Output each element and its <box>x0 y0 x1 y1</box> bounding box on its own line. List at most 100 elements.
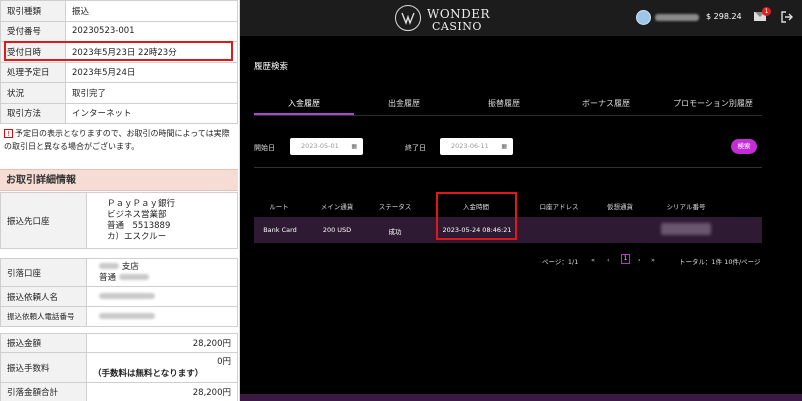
transaction-summary-table: 取引種類 振込 受付番号 20230523-001 受付日時 2023年5月23日 2… <box>0 0 238 124</box>
page-title: 履歴検索 <box>254 62 289 72</box>
cell-deposit-time: 2023-05-24 08:46:21 <box>442 226 512 234</box>
cell-route: Bank Card <box>263 226 297 234</box>
last-page-icon[interactable]: » <box>651 256 655 264</box>
debit-account: 支店 普通 <box>86 258 238 287</box>
column-header-route: ルート <box>269 203 289 211</box>
debit-number: 普通 <box>99 273 231 284</box>
total-count: トータル：1件 10件/ページ <box>679 258 761 266</box>
row-key: 振込手数料 <box>0 352 87 383</box>
start-date-value: 2023-05-01 <box>301 142 339 150</box>
column-header-deposit-time: 入金時間 <box>463 203 489 211</box>
username-redacted[interactable] <box>655 14 699 21</box>
fee-note: （手数料は無料となります） <box>93 368 204 379</box>
calendar-icon: ▦ <box>501 143 507 150</box>
table-row: 処理予定日 2023年5月24日 <box>0 61 238 83</box>
casino-logo[interactable]: WONDER CASINO <box>395 5 505 33</box>
redacted-text <box>99 293 155 299</box>
logo-text-line2: CASINO <box>432 20 482 33</box>
row-value: 2023年5月23日 22時23分 <box>65 41 238 63</box>
end-date-value: 2023-06-11 <box>451 142 489 150</box>
row-value: 振込 <box>65 0 238 22</box>
end-date-input[interactable]: 2023-06-11 ▦ <box>440 138 513 155</box>
logo-emblem-icon <box>395 5 421 31</box>
casino-panel: WONDER CASINO $ 298.24 1 履歴検索 入金履歴 出金履歴 … <box>240 0 802 401</box>
transfer-amount: 28,200円 <box>86 333 238 353</box>
cell-status: 成功 <box>388 228 402 236</box>
row-key: 受付番号 <box>0 20 66 42</box>
detail-section-header: お取引詳細情報 <box>0 169 238 191</box>
row-key: 処理予定日 <box>0 61 66 83</box>
row-value: 2023年5月24日 <box>65 61 238 83</box>
warning-icon: ! <box>4 129 13 138</box>
row-key: 振込依頼人電話番号 <box>0 306 87 327</box>
divider <box>254 167 762 168</box>
avatar[interactable] <box>636 10 651 25</box>
mail-count-badge: 1 <box>762 7 771 16</box>
cell-serial-redacted <box>661 223 711 235</box>
row-key: 振込金額 <box>0 333 87 353</box>
table-row: 振込依頼人名 <box>0 286 238 307</box>
row-value: 取引完了 <box>65 82 238 104</box>
branch-label: 支店 <box>121 261 139 272</box>
redacted-text <box>118 274 149 280</box>
row-key: 状況 <box>0 82 66 104</box>
table-row: 振込先口座 ＰａｙＰａｙ銀行 ビジネス営業部 普通 5513889 カ）エスクル… <box>0 192 238 249</box>
tab-deposit-history[interactable]: 入金履歴 <box>254 98 354 109</box>
first-page-icon[interactable]: « <box>591 256 595 264</box>
row-value: 20230523-001 <box>65 20 238 42</box>
table-row: 受付日時 2023年5月23日 22時23分 <box>0 41 238 63</box>
logout-icon[interactable] <box>781 11 793 23</box>
top-bar: WONDER CASINO $ 298.24 1 <box>240 0 802 36</box>
destination-account: ＰａｙＰａｙ銀行 ビジネス営業部 普通 5513889 カ）エスクルー <box>86 192 238 249</box>
column-header-serial: シリアル番号 <box>666 203 706 211</box>
tab-withdrawal-history[interactable]: 出金履歴 <box>354 98 454 109</box>
redacted-text <box>99 313 155 319</box>
table-row: 引落金額合計 28,200円 <box>0 382 238 401</box>
tab-promotion-history[interactable]: プロモーション別履歴 <box>660 98 766 109</box>
table-row: 受付番号 20230523-001 <box>0 20 238 42</box>
table-row: 振込依頼人電話番号 <box>0 306 238 327</box>
row-value: インターネット <box>65 102 238 124</box>
row-key: 取引種類 <box>0 0 66 22</box>
row-key: 受付日時 <box>0 41 66 63</box>
debit-branch: 支店 <box>99 262 231 273</box>
next-page-icon[interactable]: › <box>638 256 641 264</box>
table-row: 振込手数料 0円 （手数料は無料となります） <box>0 352 238 383</box>
row-key: 引落口座 <box>0 258 87 287</box>
tab-transfer-history[interactable]: 振替履歴 <box>454 98 554 109</box>
table-row: 取引方法 インターネット <box>0 102 238 124</box>
search-button[interactable]: 検索 <box>731 139 757 154</box>
redacted-text <box>99 263 119 269</box>
dest-line: 普通 5513889 <box>107 220 171 231</box>
column-header-status: ステータス <box>378 203 412 211</box>
calendar-icon: ▦ <box>351 143 357 150</box>
tab-bonus-history[interactable]: ボーナス履歴 <box>556 98 656 109</box>
dest-line: ＰａｙＰａｙ銀行 <box>107 198 176 209</box>
row-key: 引落金額合計 <box>0 382 87 401</box>
end-date-label: 終了日 <box>405 144 426 152</box>
row-key: 振込先口座 <box>0 192 87 249</box>
current-page[interactable]: 1 <box>621 254 630 264</box>
table-row: 状況 取引完了 <box>0 82 238 104</box>
prev-page-icon[interactable]: ‹ <box>607 256 610 264</box>
transfer-detail-table: 振込先口座 ＰａｙＰａｙ銀行 ビジネス営業部 普通 5513889 カ）エスクル… <box>0 192 238 249</box>
footer-strip <box>240 394 802 401</box>
table-row: 取引種類 振込 <box>0 0 238 22</box>
amount-table: 振込金額 28,200円 振込手数料 0円 （手数料は無料となります） 引落金額… <box>0 333 238 401</box>
requester-name <box>86 286 238 307</box>
column-header-address: 口座アドレス <box>539 203 579 211</box>
start-date-input[interactable]: 2023-05-01 ▦ <box>290 138 363 155</box>
balance: $ 298.24 <box>706 12 742 21</box>
account-type: 普通 <box>99 272 117 283</box>
notice-text: ! 予定日の表示となりますので、お取引の時間によっては実際の取引日と異なる場合がご… <box>4 127 234 153</box>
column-header-currency: メイン通貨 <box>320 203 354 211</box>
logo-text-line1: WONDER <box>427 7 491 21</box>
column-header-crypto: 仮想通貨 <box>607 203 633 211</box>
total-amount: 28,200円 <box>86 382 238 401</box>
dest-line: ビジネス営業部 <box>107 209 167 220</box>
requester-phone <box>86 306 238 327</box>
start-date-label: 開始日 <box>254 144 275 152</box>
bank-transfer-panel: 取引種類 振込 受付番号 20230523-001 受付日時 2023年5月23日 2… <box>0 0 240 401</box>
fee-value: 0円 <box>217 356 231 367</box>
dest-line: カ）エスクルー <box>107 231 167 242</box>
